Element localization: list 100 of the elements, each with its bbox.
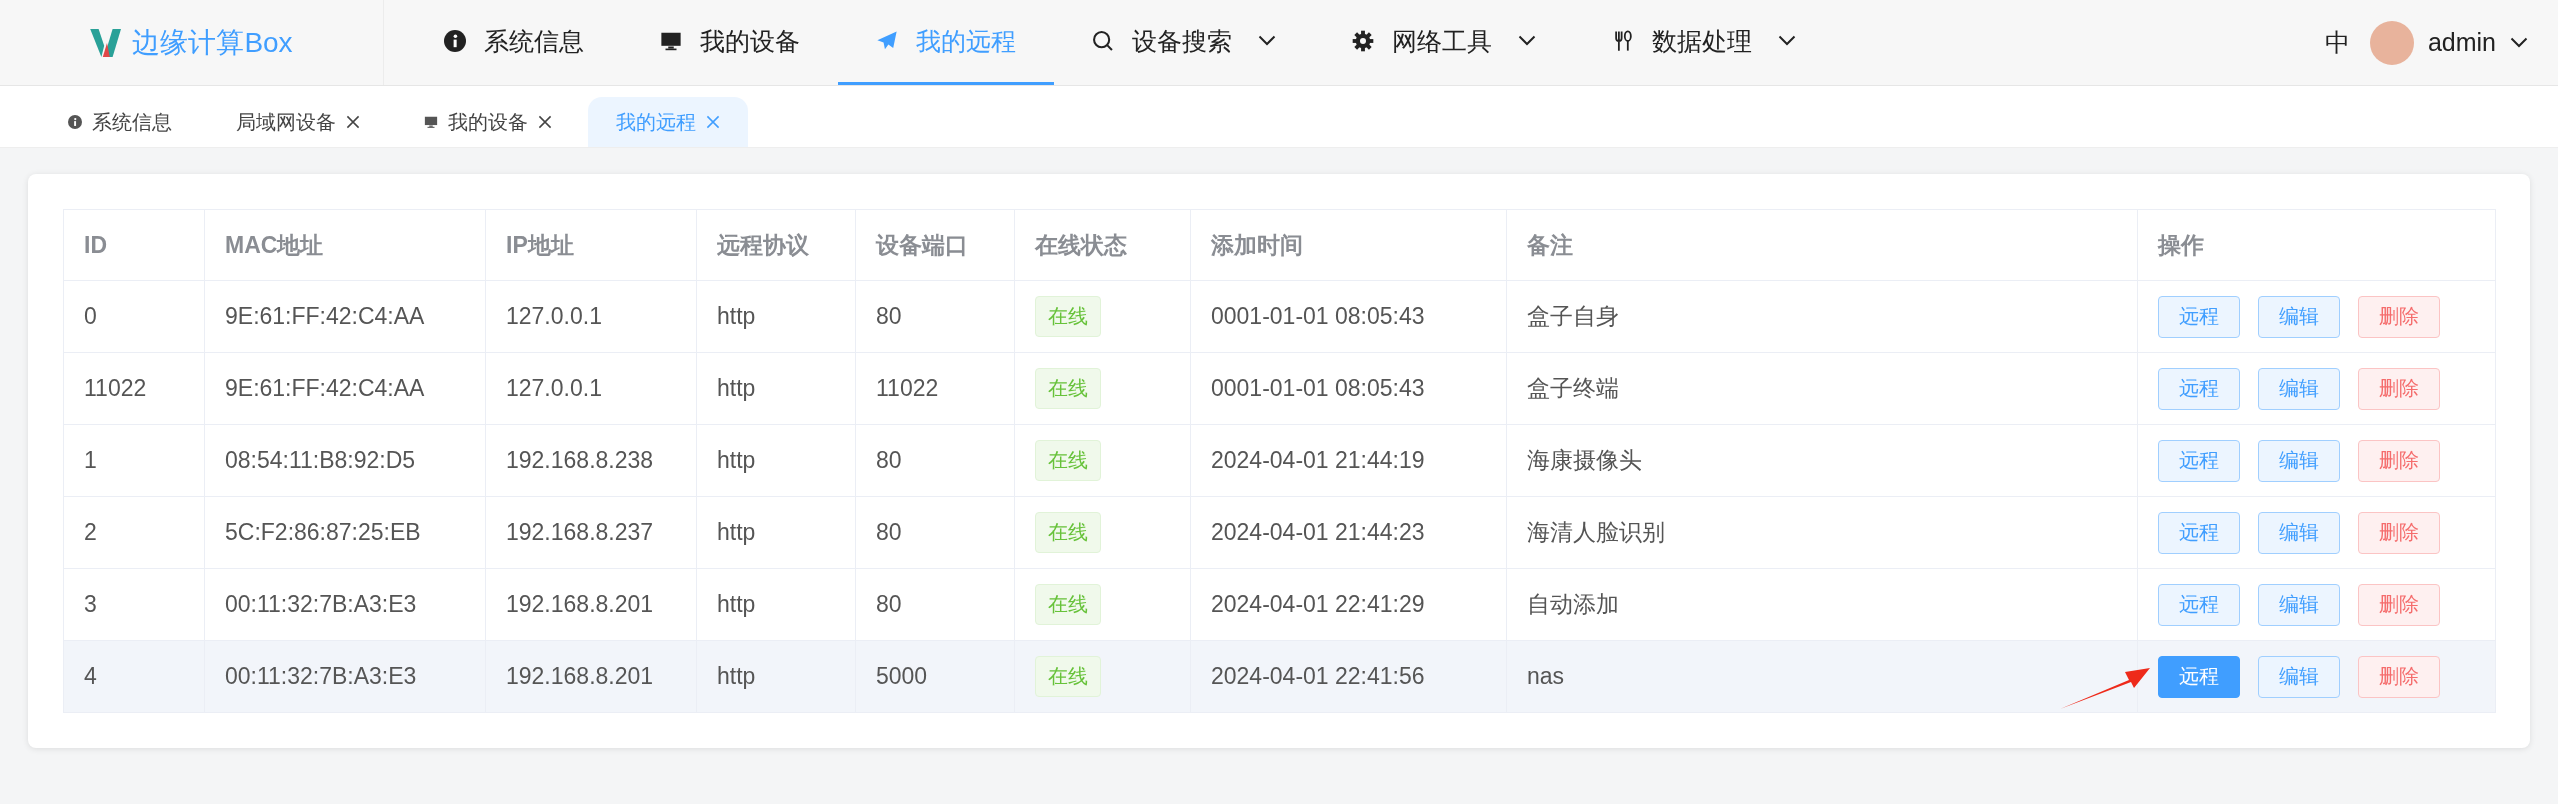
action-button[interactable]: 删除	[2358, 583, 2440, 626]
table-cell: 盒子自身	[1527, 303, 1619, 329]
action-button[interactable]: 远程	[2158, 655, 2240, 698]
table-cell: http	[717, 303, 756, 329]
table-cell: 盒子终端	[1527, 375, 1619, 401]
table-cell: nas	[1527, 663, 1565, 689]
tab-label: 我的设备	[448, 109, 528, 135]
status-tag: 在线	[1035, 296, 1101, 337]
chevron-down-icon	[1518, 35, 1536, 47]
nav-item[interactable]: 数据处理	[1574, 0, 1834, 85]
table-cell: 2024-04-01 21:44:23	[1211, 519, 1425, 545]
column-header: 添加时间	[1190, 209, 1507, 281]
utensils-icon	[1612, 30, 1634, 52]
table-cell: 192.168.8.237	[506, 519, 654, 545]
action-button[interactable]: 远程	[2158, 367, 2240, 410]
column-header: 设备端口	[855, 209, 1015, 281]
status-tag: 在线	[1035, 512, 1101, 553]
action-button[interactable]: 编辑	[2258, 583, 2340, 626]
action-button[interactable]: 远程	[2158, 439, 2240, 482]
info-icon	[444, 30, 466, 52]
tab-label: 系统信息	[92, 109, 172, 135]
table-cell: 0	[84, 303, 97, 329]
column-header: 远程协议	[696, 209, 856, 281]
nav-item[interactable]: 我的设备	[622, 0, 838, 85]
info-icon	[68, 115, 82, 129]
nav-item[interactable]: 设备搜索	[1054, 0, 1314, 85]
table-cell: 5C:F2:86:87:25:EB	[225, 519, 421, 545]
table-cell: 海清人脸识别	[1527, 519, 1665, 545]
table-cell: 0001-01-01 08:05:43	[1211, 303, 1425, 329]
action-button[interactable]: 删除	[2358, 511, 2440, 554]
table-cell: 0001-01-01 08:05:43	[1211, 375, 1425, 401]
table-cell: 127.0.0.1	[506, 303, 602, 329]
action-button[interactable]: 编辑	[2258, 367, 2340, 410]
table-cell: 2024-04-01 22:41:29	[1211, 591, 1425, 617]
action-button[interactable]: 编辑	[2258, 655, 2340, 698]
page-tab[interactable]: 我的远程	[588, 97, 748, 147]
table-cell: 自动添加	[1527, 591, 1619, 617]
tab-label: 我的远程	[616, 109, 696, 135]
table-cell: http	[717, 519, 756, 545]
column-header: IP地址	[485, 209, 697, 281]
table-cell: 192.168.8.238	[506, 447, 654, 473]
action-button[interactable]: 远程	[2158, 295, 2240, 338]
logo-text: 边缘计算Box	[132, 25, 293, 60]
page-tab[interactable]: 局域网设备	[208, 97, 388, 147]
table-cell: 3	[84, 591, 97, 617]
table-cell: 2	[84, 519, 97, 545]
action-button[interactable]: 编辑	[2258, 511, 2340, 554]
language-label[interactable]: 中	[2318, 26, 2356, 59]
table-cell: 2024-04-01 21:44:19	[1211, 447, 1425, 473]
chevron-down-icon	[2510, 36, 2528, 49]
table-cell: 9E:61:FF:42:C4:AA	[225, 375, 425, 401]
table-cell: 5000	[876, 663, 928, 689]
table-cell: 9E:61:FF:42:C4:AA	[225, 303, 425, 329]
action-button[interactable]: 编辑	[2258, 439, 2340, 482]
monitor-icon	[424, 115, 438, 129]
tab-label: 局域网设备	[236, 109, 336, 135]
status-tag: 在线	[1035, 440, 1101, 481]
table-cell: http	[717, 375, 756, 401]
table-cell: http	[717, 663, 756, 689]
action-button[interactable]: 编辑	[2258, 295, 2340, 338]
search-icon	[1092, 30, 1114, 52]
table-cell: 80	[876, 519, 902, 545]
action-button[interactable]: 删除	[2358, 367, 2440, 410]
gear-icon	[1352, 30, 1374, 52]
action-button[interactable]: 删除	[2358, 439, 2440, 482]
table-cell: 4	[84, 663, 97, 689]
column-header: ID	[63, 209, 205, 281]
table-cell: http	[717, 591, 756, 617]
table-cell: 1	[84, 447, 97, 473]
action-button[interactable]: 远程	[2158, 583, 2240, 626]
table-cell: 192.168.8.201	[506, 591, 654, 617]
action-button[interactable]: 删除	[2358, 295, 2440, 338]
action-button[interactable]: 删除	[2358, 655, 2440, 698]
nav-item[interactable]: 网络工具	[1314, 0, 1574, 85]
close-icon[interactable]	[538, 115, 552, 129]
nav-item[interactable]: 系统信息	[406, 0, 622, 85]
table-cell: 00:11:32:7B:A3:E3	[225, 591, 417, 617]
page-tab[interactable]: 我的设备	[396, 97, 580, 147]
page-tab[interactable]: 系统信息	[40, 97, 200, 147]
column-header: MAC地址	[204, 209, 486, 281]
table-cell: http	[717, 447, 756, 473]
user-menu[interactable]: admin	[2427, 28, 2528, 57]
column-header: 操作	[2137, 209, 2496, 281]
table-cell: 127.0.0.1	[506, 375, 602, 401]
table-cell: 80	[876, 591, 902, 617]
status-tag: 在线	[1035, 368, 1101, 409]
table-cell: 08:54:11:B8:92:D5	[225, 447, 416, 473]
table-cell: 192.168.8.201	[506, 663, 654, 689]
table-cell: 80	[876, 447, 902, 473]
monitor-icon	[660, 30, 682, 52]
chevron-down-icon	[1258, 35, 1276, 47]
status-tag: 在线	[1035, 656, 1101, 697]
column-header: 备注	[1506, 209, 2138, 281]
column-header: 在线状态	[1014, 209, 1191, 281]
close-icon[interactable]	[346, 115, 360, 129]
table-cell: 2024-04-01 22:41:56	[1211, 663, 1425, 689]
table-cell: 海康摄像头	[1527, 447, 1642, 473]
table-cell: 11022	[876, 375, 939, 401]
table-cell: 11022	[84, 375, 147, 401]
action-button[interactable]: 远程	[2158, 511, 2240, 554]
